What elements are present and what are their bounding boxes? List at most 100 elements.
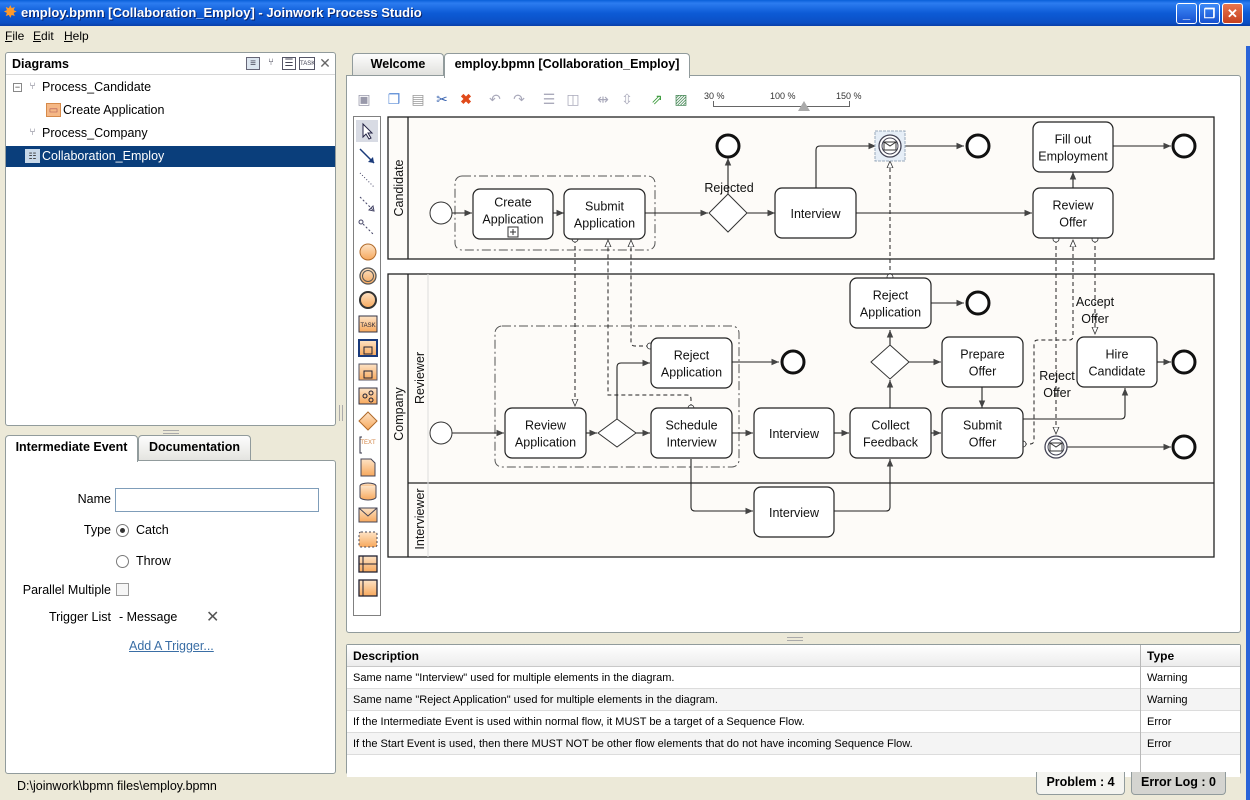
column-type[interactable]: Type bbox=[1141, 645, 1240, 667]
zoom-slider[interactable] bbox=[713, 101, 850, 107]
collapse-icon[interactable]: − bbox=[13, 83, 22, 92]
panel-splitter[interactable] bbox=[163, 430, 179, 434]
text-annotation-tool-icon[interactable]: TEXT bbox=[359, 436, 376, 454]
menu-help[interactable]: Help bbox=[64, 29, 89, 43]
message-tool-icon[interactable] bbox=[358, 507, 378, 523]
task-icon[interactable]: TASK bbox=[299, 57, 315, 70]
start-event-candidate[interactable] bbox=[429, 201, 453, 225]
minimize-button[interactable]: _ bbox=[1176, 3, 1197, 24]
task-fill-out[interactable]: Fill out Employment bbox=[1032, 121, 1114, 173]
column-description[interactable]: Description bbox=[347, 645, 1141, 667]
export-image-icon[interactable]: ▨ bbox=[672, 90, 690, 108]
intermediate-message-event[interactable] bbox=[1044, 435, 1068, 459]
conditional-flow-tool-icon[interactable] bbox=[358, 219, 375, 236]
tree-item-create-application[interactable]: ▭ Create Application bbox=[6, 100, 335, 121]
editor-splitter[interactable] bbox=[787, 637, 803, 641]
end-event-tool-icon[interactable] bbox=[359, 291, 377, 309]
task-reject-application-2[interactable]: Reject Application bbox=[849, 277, 932, 329]
end-event-reject-app-1[interactable] bbox=[780, 349, 806, 375]
paste-icon[interactable]: ▤ bbox=[409, 90, 427, 108]
end-event-employment[interactable] bbox=[1171, 133, 1197, 159]
gateway-tool-icon[interactable] bbox=[358, 411, 378, 431]
collaboration-icon[interactable]: ☰ bbox=[282, 57, 296, 70]
association-tool-icon[interactable] bbox=[359, 172, 375, 188]
intermediate-message-event-selected[interactable] bbox=[874, 130, 906, 162]
distribute-horizontal-icon[interactable]: ⇹ bbox=[594, 90, 612, 108]
sequence-flow-tool-icon[interactable] bbox=[359, 148, 375, 164]
bpmn-canvas[interactable]: Candidate Company Reviewer Interviewer C… bbox=[386, 114, 1218, 560]
redo-icon[interactable]: ↷ bbox=[510, 90, 528, 108]
select-tool-icon[interactable] bbox=[356, 120, 378, 142]
tab-documentation[interactable]: Documentation bbox=[138, 435, 251, 460]
intermediate-event-tool-icon[interactable] bbox=[359, 267, 377, 285]
message-flow-tool-icon[interactable] bbox=[359, 196, 375, 212]
tab-employ-bpmn[interactable]: employ.bpmn [Collaboration_Employ] bbox=[444, 53, 690, 78]
align-top-icon[interactable]: ☰ bbox=[540, 90, 558, 108]
throw-radio[interactable] bbox=[116, 555, 129, 568]
tab-error-log[interactable]: Error Log : 0 bbox=[1131, 772, 1226, 795]
task-schedule-interview[interactable]: Schedule Interview bbox=[650, 407, 733, 459]
undo-icon[interactable]: ↶ bbox=[486, 90, 504, 108]
table-row[interactable]: Same name "Interview" used for multiple … bbox=[347, 667, 1240, 689]
expanded-subprocess-tool-icon[interactable] bbox=[358, 339, 378, 357]
task-create-application[interactable]: Create Application bbox=[472, 188, 554, 240]
task-hire-candidate[interactable]: Hire Candidate bbox=[1076, 336, 1158, 388]
task-submit-application[interactable]: Submit Application bbox=[563, 188, 646, 240]
properties-icon[interactable]: ≡ bbox=[246, 57, 260, 70]
cut-icon[interactable]: ✂ bbox=[433, 90, 451, 108]
tab-welcome[interactable]: Welcome bbox=[352, 53, 444, 76]
menu-file[interactable]: File bbox=[5, 29, 24, 43]
task-prepare-offer[interactable]: Prepare Offer bbox=[941, 336, 1024, 388]
column-separator[interactable] bbox=[1140, 645, 1141, 773]
start-event-tool-icon[interactable] bbox=[359, 243, 377, 261]
end-event-reject-app-2[interactable] bbox=[965, 290, 991, 316]
task-interview-rev[interactable]: Interview bbox=[753, 407, 835, 459]
data-object-tool-icon[interactable] bbox=[360, 458, 376, 477]
save-icon[interactable]: ▣ bbox=[355, 90, 373, 108]
parallel-multiple-checkbox[interactable] bbox=[116, 583, 129, 596]
zoom-slider-thumb[interactable] bbox=[798, 101, 811, 111]
end-event-hire[interactable] bbox=[1171, 349, 1197, 375]
tree-item-process-company[interactable]: ⑂ Process_Company bbox=[6, 123, 335, 144]
end-event-reject-offer[interactable] bbox=[1171, 434, 1197, 460]
data-store-tool-icon[interactable] bbox=[359, 482, 377, 501]
process-icon[interactable]: ⑂ bbox=[264, 57, 278, 70]
delete-icon[interactable]: ✖ bbox=[457, 90, 475, 108]
remove-trigger-icon[interactable]: ✕ bbox=[206, 607, 219, 627]
task-tool-icon[interactable]: TASK bbox=[358, 315, 378, 333]
close-button[interactable]: ✕ bbox=[1222, 3, 1243, 24]
end-event-rejected[interactable] bbox=[715, 133, 741, 159]
align-middle-icon[interactable]: ◫ bbox=[564, 90, 582, 108]
task-collect-feedback[interactable]: Collect Feedback bbox=[849, 407, 932, 459]
start-event-company[interactable] bbox=[429, 421, 453, 445]
add-trigger-link[interactable]: Add A Trigger... bbox=[129, 639, 214, 653]
call-activity-tool-icon[interactable] bbox=[358, 387, 378, 405]
task-submit-offer[interactable]: Submit Offer bbox=[941, 407, 1024, 459]
task-reject-application-1[interactable]: Reject Application bbox=[650, 337, 733, 389]
vertical-lane-tool-icon[interactable] bbox=[358, 579, 378, 597]
tab-problems[interactable]: Problem : 4 bbox=[1036, 772, 1125, 795]
panel-splitter-vertical[interactable] bbox=[339, 405, 343, 421]
group-tool-icon[interactable] bbox=[358, 531, 378, 548]
table-row[interactable]: If the Start Event is used, then there M… bbox=[347, 733, 1240, 755]
task-review-application[interactable]: Review Application bbox=[504, 407, 587, 459]
menu-edit[interactable]: Edit bbox=[33, 29, 54, 43]
close-icon[interactable]: ✕ bbox=[318, 56, 332, 70]
distribute-vertical-icon[interactable]: ⇳ bbox=[618, 90, 636, 108]
task-interview-int[interactable]: Interview bbox=[753, 486, 835, 538]
table-row[interactable]: If the Intermediate Event is used within… bbox=[347, 711, 1240, 733]
copy-icon[interactable]: ❐ bbox=[385, 90, 403, 108]
export-icon[interactable]: ⇗ bbox=[648, 90, 666, 108]
end-event-message[interactable] bbox=[965, 133, 991, 159]
horizontal-lane-tool-icon[interactable] bbox=[358, 555, 378, 573]
tab-intermediate-event[interactable]: Intermediate Event bbox=[5, 435, 138, 462]
task-interview-cand[interactable]: Interview bbox=[774, 187, 857, 239]
tree-item-process-candidate[interactable]: − ⑂ Process_Candidate bbox=[6, 77, 335, 98]
table-row[interactable]: Same name "Reject Application" used for … bbox=[347, 689, 1240, 711]
name-input[interactable] bbox=[115, 488, 319, 512]
subprocess-tool-icon[interactable] bbox=[358, 363, 378, 381]
catch-radio[interactable] bbox=[116, 524, 129, 537]
restore-button[interactable]: ❐ bbox=[1199, 3, 1220, 24]
task-review-offer[interactable]: Review Offer bbox=[1032, 187, 1114, 239]
tree-item-collaboration-employ[interactable]: ☷ Collaboration_Employ bbox=[6, 146, 335, 167]
